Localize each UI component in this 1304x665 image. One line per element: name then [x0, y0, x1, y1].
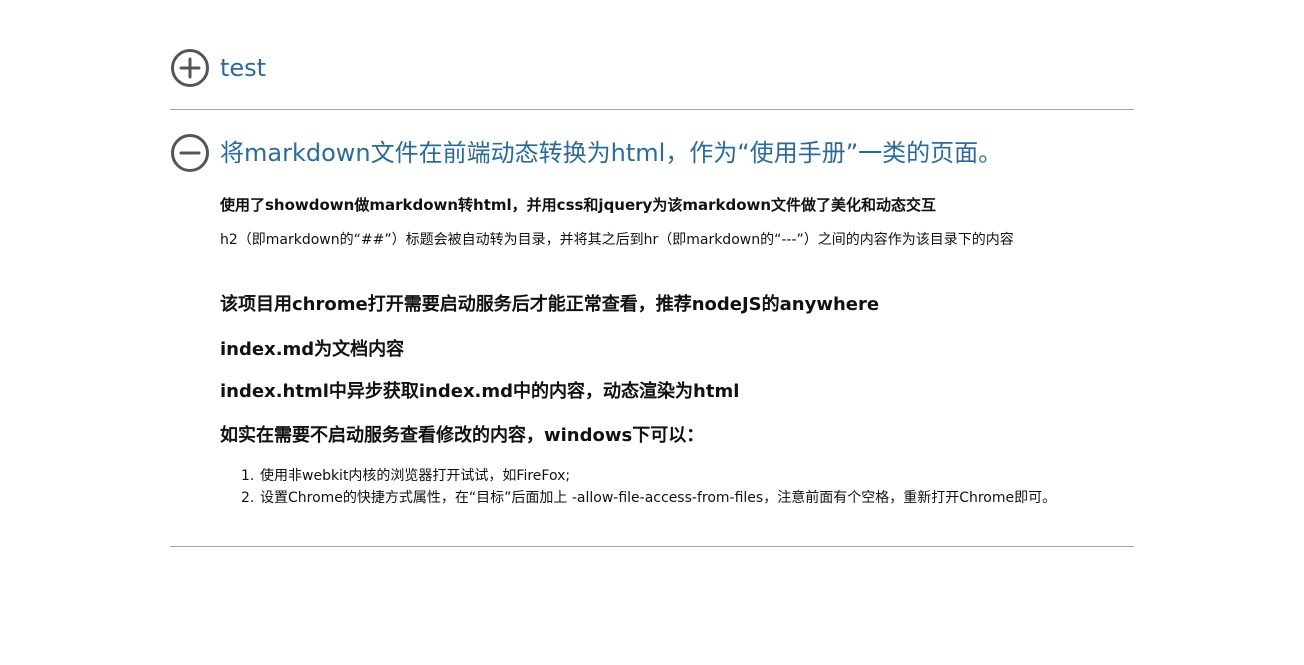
heading: index.md为文档内容: [220, 339, 405, 360]
divider: [170, 109, 1134, 110]
section-markdown: 将markdown文件在前端动态转换为html，作为“使用手册”一类的页面。: [170, 133, 1134, 173]
heading: 该项目用chrome打开需要启动服务后才能正常查看，推荐nodeJS的anywh…: [220, 294, 880, 315]
page: test 将markdown文件在前端动态转换为html，作为“使用手册”一类的…: [0, 0, 1304, 665]
list-number: 2.: [241, 490, 255, 506]
lead-heading: 使用了showdown做markdown转html，并用css和jquery为该…: [220, 196, 937, 214]
list-text: 使用非webkit内核的浏览器打开试试，如FireFox;: [260, 468, 571, 484]
section-test: test: [170, 48, 1134, 88]
section-title[interactable]: 将markdown文件在前端动态转换为html，作为“使用手册”一类的页面。: [220, 141, 1002, 165]
list-number: 1.: [241, 468, 255, 484]
heading: index.html中异步获取index.md中的内容，动态渲染为html: [220, 381, 740, 402]
plus-circle-icon[interactable]: [170, 48, 210, 88]
section-header-markdown[interactable]: 将markdown文件在前端动态转换为html，作为“使用手册”一类的页面。: [170, 133, 1134, 173]
heading: 如实在需要不启动服务查看修改的内容，windows下可以：: [220, 425, 705, 446]
list-item: 1. 使用非webkit内核的浏览器打开试试，如FireFox;: [220, 466, 1134, 487]
steps-list: 1. 使用非webkit内核的浏览器打开试试，如FireFox; 2. 设置Ch…: [220, 466, 1134, 510]
list-item: 2. 设置Chrome的快捷方式属性，在“目标”后面加上 -allow-file…: [220, 488, 1134, 509]
intro-paragraph: h2（即markdown的“##”）标题会被自动转为目录，并将其之后到hr（即m…: [220, 232, 1014, 248]
section-title[interactable]: test: [220, 56, 266, 80]
minus-circle-icon[interactable]: [170, 133, 210, 173]
section-header-test[interactable]: test: [170, 48, 1134, 88]
divider: [170, 546, 1134, 547]
list-text: 设置Chrome的快捷方式属性，在“目标”后面加上 -allow-file-ac…: [260, 490, 1057, 506]
